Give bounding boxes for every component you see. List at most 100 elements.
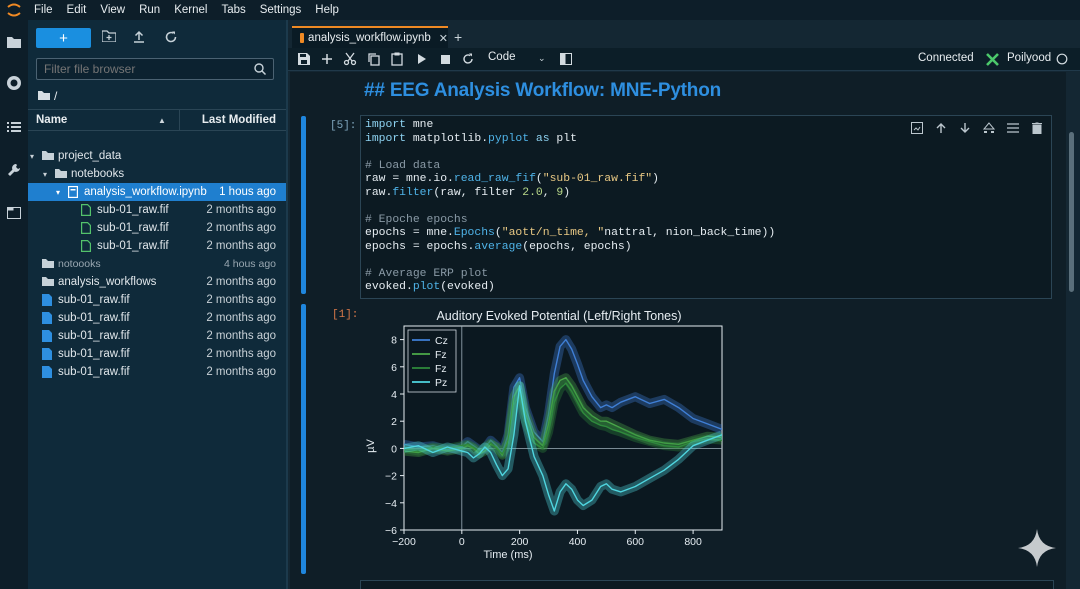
breadcrumb-root[interactable]: /: [54, 89, 57, 103]
next-cell[interactable]: [360, 580, 1054, 589]
x-tick-label: 800: [684, 536, 702, 548]
move-down-icon[interactable]: [957, 120, 973, 136]
x-tick-label: 600: [627, 536, 645, 548]
refresh-icon[interactable]: [164, 30, 180, 46]
file-name: project_data: [58, 150, 122, 162]
notebook-scrollbar[interactable]: [1066, 72, 1080, 589]
notebook-panel[interactable]: ## EEG Analysis Workflow: MNE-Python [5]…: [290, 72, 1066, 589]
file-row[interactable]: sub-01_raw.fif 2 months ago: [28, 345, 286, 363]
stop-icon[interactable]: [437, 51, 453, 67]
folder-row[interactable]: ▾ project_data: [28, 147, 286, 165]
upload-icon[interactable]: [132, 30, 148, 46]
menu-view[interactable]: View: [100, 4, 125, 16]
format-cell-icon[interactable]: [981, 120, 997, 136]
file-icon: [42, 348, 54, 360]
tabs-icon[interactable]: [4, 203, 24, 223]
file-modified: 2 months ago: [206, 312, 276, 324]
run-icon[interactable]: [414, 51, 430, 67]
scrollbar-thumb[interactable]: [1069, 132, 1074, 292]
file-icon: [42, 366, 54, 378]
chevron-down-icon[interactable]: ⌄: [538, 53, 546, 64]
file-modified: 4 hous ago: [224, 258, 276, 270]
new-folder-icon[interactable]: [101, 30, 118, 46]
file-row[interactable]: sub-01_raw.fif 2 months ago: [28, 363, 286, 381]
folder-icon: [42, 150, 54, 162]
file-row[interactable]: sub-01_raw.fif 2 months ago: [28, 201, 286, 219]
file-row[interactable]: sub-01_raw.fif 2 months ago: [28, 237, 286, 255]
cut-icon[interactable]: [342, 51, 358, 67]
kernel-icon: [984, 51, 1000, 67]
folder-row[interactable]: analysis_workflows 2 months ago: [28, 273, 286, 291]
column-last-modified[interactable]: Last Modified: [202, 114, 276, 126]
search-icon: [253, 62, 267, 76]
wrench-icon[interactable]: [4, 160, 24, 180]
code-cell-collapser[interactable]: [301, 116, 306, 294]
file-list-header: Name ▲ Last Modified: [28, 109, 286, 131]
new-launcher-button[interactable]: +: [36, 28, 91, 48]
menu-settings[interactable]: Settings: [260, 4, 302, 16]
chevron-down-icon[interactable]: ▾: [30, 152, 34, 161]
move-up-icon[interactable]: [933, 120, 949, 136]
y-tick-label: 8: [391, 335, 397, 347]
file-modified: 1 hous ago: [219, 186, 276, 198]
chevron-down-icon[interactable]: ▾: [56, 188, 60, 197]
column-divider[interactable]: [179, 110, 180, 130]
paste-icon[interactable]: [389, 51, 405, 67]
kernel-name[interactable]: Poilyood: [1007, 52, 1051, 64]
file-icon: [81, 222, 93, 234]
property-inspector-icon[interactable]: [558, 51, 574, 67]
folder-icon: [42, 258, 54, 270]
add-tab-icon[interactable]: +: [454, 29, 462, 45]
file-filter-input[interactable]: [37, 59, 251, 79]
close-tab-icon[interactable]: ✕: [439, 32, 448, 45]
menu-run[interactable]: Run: [139, 4, 160, 16]
cell-type-select[interactable]: Code: [488, 51, 516, 63]
folder-row[interactable]: notoooks 4 hous ago: [28, 255, 286, 273]
folder-row[interactable]: ▾ notebooks: [28, 165, 286, 183]
file-row[interactable]: ▾ analysis_workflow.ipynb 1 hous ago: [28, 183, 286, 201]
file-icon: [81, 240, 93, 252]
notebook-icon: [300, 33, 305, 43]
output-collapser[interactable]: [301, 304, 306, 574]
running-icon[interactable]: [4, 73, 24, 93]
file-row[interactable]: sub-01_raw.fif 2 months ago: [28, 219, 286, 237]
y-tick-label: 0: [391, 443, 397, 455]
main-area: analysis_workflow.ipynb ✕ + Code ⌄ Conne…: [288, 20, 1080, 589]
menu-file[interactable]: File: [34, 4, 53, 16]
menu-help[interactable]: Help: [315, 4, 339, 16]
toc-icon[interactable]: [4, 117, 24, 137]
breadcrumb-folder-icon[interactable]: [38, 89, 50, 103]
input-prompt: [5]:: [330, 120, 357, 132]
menu-kernel[interactable]: Kernel: [174, 4, 207, 16]
folder-icon[interactable]: [4, 32, 24, 52]
restart-icon[interactable]: [460, 51, 476, 67]
y-tick-label: 6: [391, 362, 397, 374]
code-editor[interactable]: import mne import matplotlib.pyplot as p…: [365, 119, 775, 295]
y-tick-label: 4: [391, 389, 397, 401]
menu-tabs[interactable]: Tabs: [221, 4, 245, 16]
cell-menu-icon[interactable]: [1005, 120, 1021, 136]
sort-ascending-icon[interactable]: ▲: [158, 116, 166, 125]
file-name: sub-01_raw.fif: [97, 240, 169, 252]
save-icon[interactable]: [296, 51, 312, 67]
kernel-status: Connected: [918, 52, 974, 64]
menu-edit[interactable]: Edit: [67, 4, 87, 16]
plot-output: Auditory Evoked Potential (Left/Right To…: [360, 308, 760, 578]
tab-bar: analysis_workflow.ipynb ✕ +: [288, 26, 1080, 48]
insert-cell-icon[interactable]: [319, 51, 335, 67]
y-tick-label: 2: [391, 416, 397, 428]
copy-icon[interactable]: [366, 51, 382, 67]
file-filter-field[interactable]: [36, 58, 274, 80]
file-row[interactable]: sub-01_raw.fif 2 months ago: [28, 327, 286, 345]
file-row[interactable]: sub-01_raw.fif 2 months ago: [28, 291, 286, 309]
code-cell-editor[interactable]: import mne import matplotlib.pyplot as p…: [360, 115, 1052, 299]
x-tick-label: 200: [511, 536, 529, 548]
tab-notebook[interactable]: analysis_workflow.ipynb ✕: [292, 26, 448, 48]
file-row[interactable]: sub-01_raw.fif 2 months ago: [28, 309, 286, 327]
column-name[interactable]: Name: [36, 114, 67, 126]
render-side-by-side-icon[interactable]: [909, 120, 925, 136]
chevron-down-icon[interactable]: ▾: [43, 170, 47, 179]
output-prompt: [1]:: [332, 309, 359, 321]
file-name: sub-01_raw.fif: [58, 312, 130, 324]
delete-cell-icon[interactable]: [1029, 120, 1045, 136]
